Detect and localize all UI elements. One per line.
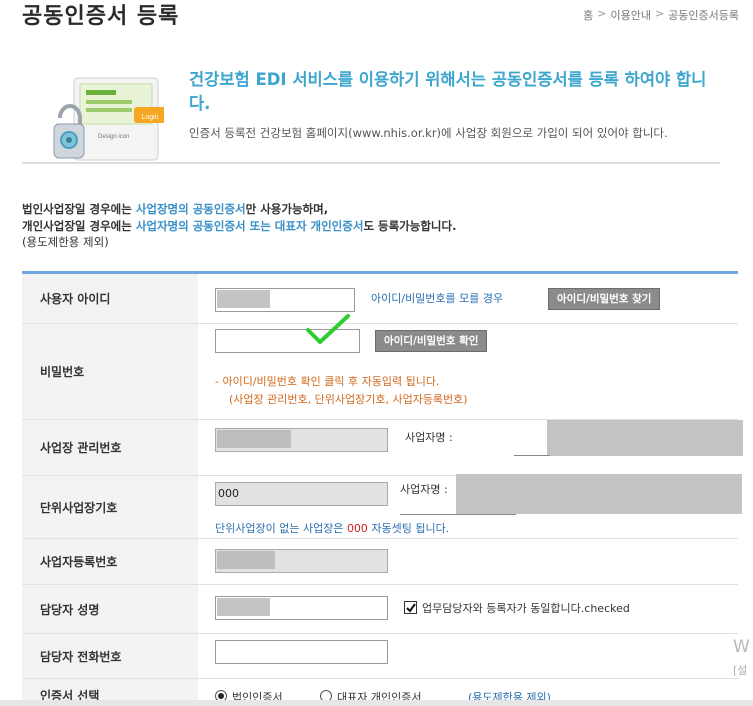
- label-mgmt-number: 사업장 관리번호: [22, 420, 198, 475]
- notice-line-individual: 개인사업장일 경우에는 사업자명의 공동인증서 또는 대표자 개인인증서도 등록…: [22, 218, 457, 233]
- row-unit-code: 단위사업장기호 000 사업자명 : 단위사업장이 없는 사업장은 000 자동…: [22, 474, 742, 539]
- page-title: 공동인증서 등록: [22, 4, 180, 29]
- row-manager-phone: 담당자 전화번호: [22, 634, 738, 679]
- row-password: 비밀번호 아이디/비밀번호 확인 - 아이디/비밀번호 확인 클릭 후 자동입력…: [22, 314, 738, 420]
- usage-notice: 법인사업장일 경우에는 사업장명의 공동인증서만 사용가능하며, 개인사업장일 …: [22, 201, 456, 251]
- label-user-id: 사용자 아이디: [22, 274, 198, 323]
- breadcrumb-current: 공동인증서등록: [668, 9, 739, 22]
- breadcrumb: 홈 > 이용안내 > 공동인증서등록: [583, 7, 739, 23]
- breadcrumb-separator: >: [597, 7, 607, 20]
- banner-title: 건강보험 EDI 서비스를 이용하기 위해서는 공동인증서를 등록 하여야 합니…: [189, 70, 707, 113]
- unit-code-input: 000: [215, 482, 388, 506]
- unit-bizname-underline: [400, 514, 516, 515]
- checkmark-icon: [406, 603, 416, 613]
- notice-line-exclusion: (용도제한용 제외): [22, 235, 109, 249]
- notice-line-corporate: 법인사업장일 경우에는 사업장명의 공동인증서만 사용가능하며,: [22, 202, 329, 216]
- same-person-checkbox[interactable]: [404, 601, 417, 614]
- registration-form: 사용자 아이디 아이디/비밀번호를 모를 경우 아이디/비밀번호 찾기 비밀번호…: [22, 271, 743, 706]
- unit-code-default-note: 단위사업장이 없는 사업장은 000 자동셋팅 됩니다.: [215, 522, 450, 535]
- user-id-masked-value: [217, 290, 270, 308]
- unit-bizname-label: 사업자명 :: [400, 483, 448, 496]
- mgmt-bizname-underline: [514, 455, 550, 456]
- breadcrumb-separator: >: [654, 7, 665, 20]
- side-panel-w-text: W: [733, 637, 750, 657]
- label-manager-phone: 담당자 전화번호: [22, 634, 198, 678]
- design-icon-text: Design icon: [98, 134, 129, 140]
- label-unit-code: 단위사업장기호: [22, 476, 198, 538]
- certificate-illustration-icon: Login Design icon: [53, 77, 164, 161]
- row-biz-reg-number: 사업자등록번호: [22, 539, 738, 585]
- same-person-label: 업무담당자와 등록자가 동일합니다.checked: [422, 602, 630, 615]
- biz-reg-number-masked-value: [217, 551, 275, 569]
- banner-description: 인증서 등록전 건강보험 홈페이지(www.nhis.or.kr)에 사업장 회…: [189, 126, 668, 140]
- label-password: 비밀번호: [22, 324, 198, 419]
- forgot-credentials-text: 아이디/비밀번호를 모를 경우: [371, 292, 504, 305]
- unit-bizname-masked-value: [456, 474, 742, 514]
- manager-phone-input[interactable]: [215, 640, 388, 664]
- row-user-id: 사용자 아이디 아이디/비밀번호를 모를 경우 아이디/비밀번호 찾기: [22, 274, 738, 324]
- horizontal-scrollbar[interactable]: [0, 700, 753, 706]
- confirm-credentials-button[interactable]: 아이디/비밀번호 확인: [375, 330, 488, 352]
- mgmt-bizname-label: 사업자명 :: [405, 431, 453, 444]
- info-banner: Login Design icon 건강보험 EDI 서비스를 이용하기 위해서…: [22, 58, 720, 164]
- mgmt-number-masked-value: [217, 430, 291, 448]
- row-mgmt-number: 사업장 관리번호 사업자명 :: [22, 420, 743, 476]
- breadcrumb-home[interactable]: 홈: [583, 7, 593, 23]
- label-biz-reg-number: 사업자등록번호: [22, 539, 198, 584]
- login-badge-text: Login: [141, 114, 158, 121]
- auto-fill-note: - 아이디/비밀번호 확인 클릭 후 자동입력 됩니다.: [215, 375, 440, 388]
- auto-fill-fields-note: (사업장 관리번호, 단위사업장기호, 사업자등록번호): [229, 393, 468, 406]
- find-credentials-button[interactable]: 아이디/비밀번호 찾기: [548, 288, 661, 310]
- manager-name-masked-value: [217, 598, 270, 616]
- side-panel-setting-text: [설: [733, 664, 748, 677]
- row-manager-name: 담당자 성명 업무담당자와 등록자가 동일합니다.checked: [22, 585, 738, 634]
- mgmt-bizname-masked-value: [547, 420, 743, 456]
- label-manager-name: 담당자 성명: [22, 585, 198, 633]
- green-check-icon: [306, 314, 350, 344]
- breadcrumb-guide[interactable]: 이용안내: [610, 7, 650, 23]
